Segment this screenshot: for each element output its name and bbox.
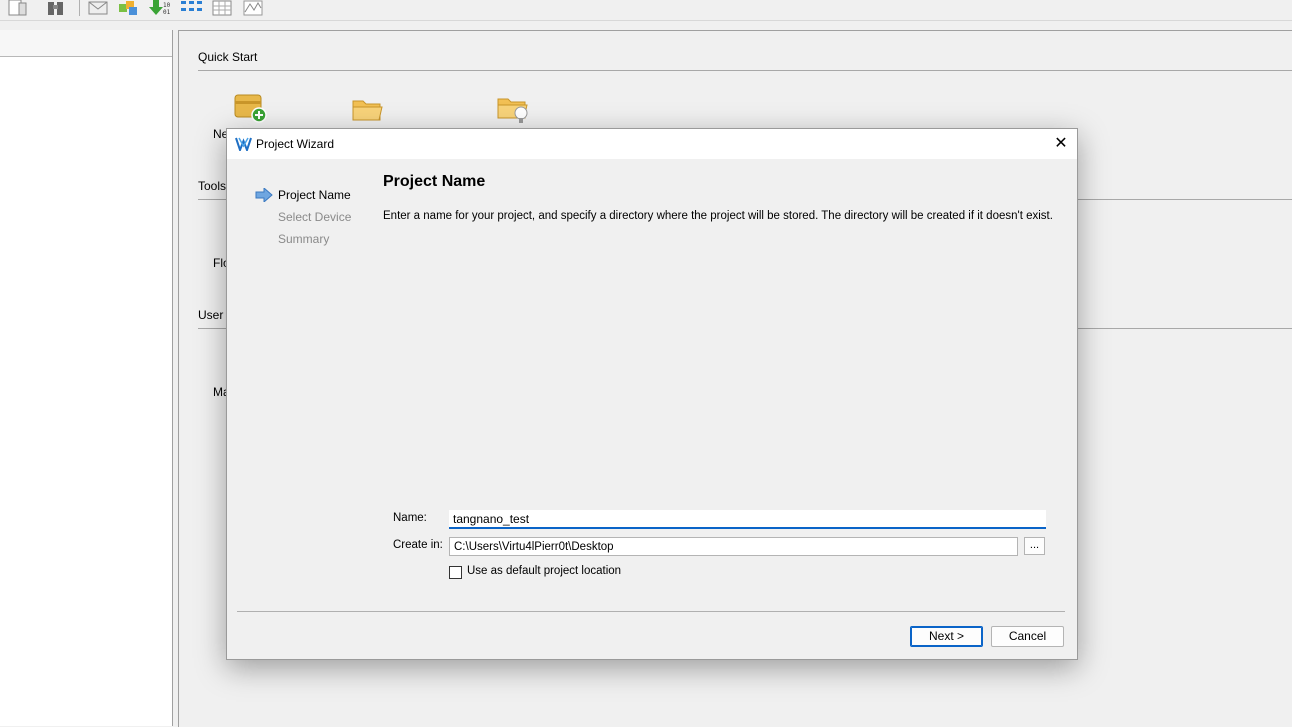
- design-panel: [0, 30, 173, 726]
- arrow-right-icon: [255, 186, 273, 205]
- dialog-title: Project Wizard: [256, 137, 335, 151]
- default-location-label[interactable]: Use as default project location: [467, 565, 621, 577]
- quick-start-title: Quick Start: [198, 50, 258, 64]
- step-summary: Summary: [278, 232, 330, 246]
- default-location-checkbox[interactable]: [449, 566, 462, 579]
- tools-title: Tools: [198, 179, 227, 193]
- new-project-icon[interactable]: [233, 91, 267, 128]
- next-button[interactable]: Next >: [910, 626, 983, 647]
- list-view-icon[interactable]: [180, 0, 202, 16]
- toolbar-separator: [79, 0, 80, 16]
- svg-text:10: 10: [163, 2, 171, 9]
- app-logo-icon: [235, 137, 252, 154]
- quick-start-divider: [198, 70, 1292, 71]
- project-location-input[interactable]: [449, 537, 1018, 556]
- browse-button[interactable]: ...: [1024, 537, 1045, 555]
- binoculars-icon[interactable]: [46, 0, 66, 16]
- document-icon[interactable]: [6, 0, 27, 16]
- name-label: Name:: [393, 512, 427, 524]
- open-project-icon[interactable]: [352, 95, 384, 126]
- grid-icon[interactable]: [211, 0, 232, 16]
- toolbar: 10 01: [0, 0, 1292, 21]
- dialog-divider: [237, 611, 1065, 612]
- dialog-titlebar[interactable]: Project Wizard ✕: [227, 129, 1077, 159]
- cubes-icon[interactable]: [117, 0, 137, 16]
- page-description: Enter a name for your project, and speci…: [383, 210, 1053, 222]
- download-binary-icon[interactable]: 10 01: [148, 0, 171, 16]
- close-icon[interactable]: ✕: [1051, 134, 1071, 154]
- location-label: Create in:: [393, 539, 443, 551]
- project-wizard-dialog: Project Wizard ✕ Project Name Select Dev…: [226, 128, 1078, 660]
- open-example-project-icon[interactable]: [497, 93, 531, 128]
- waveform-icon[interactable]: [242, 0, 263, 16]
- page-heading: Project Name: [383, 173, 486, 190]
- cancel-button[interactable]: Cancel: [991, 626, 1064, 647]
- project-name-input[interactable]: [449, 510, 1046, 529]
- svg-text:01: 01: [163, 9, 171, 16]
- step-project-name: Project Name: [278, 188, 351, 202]
- step-select-device: Select Device: [278, 210, 352, 224]
- envelope-icon[interactable]: [87, 0, 108, 16]
- design-panel-header: [0, 30, 172, 57]
